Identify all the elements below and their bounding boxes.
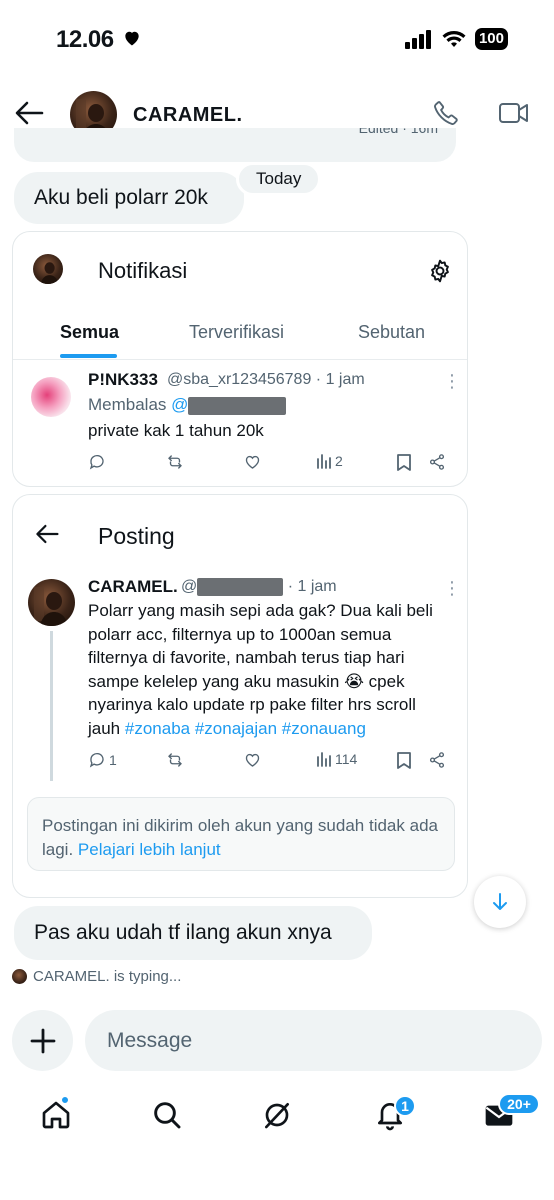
signal-icon (404, 30, 431, 49)
tab-sebutan: Sebutan (358, 322, 426, 342)
status-time: 12.06 (56, 26, 114, 53)
views-icon: 2 (316, 453, 343, 469)
shared-image-post[interactable]: Posting CARAMEL. @ · 1 jam ⋮ Polarr yang… (12, 494, 468, 898)
typing-indicator: CARAMEL. is typing... (12, 968, 181, 985)
status-indicators: 100 (404, 28, 508, 50)
post-hashtags: #zonaba #zonajajan #zonauang (124, 718, 366, 738)
reply-text: private kak 1 tahun 20k (88, 421, 264, 440)
avatar (33, 254, 63, 284)
views-count: 114 (335, 751, 358, 767)
messages-badge: 20+ (498, 1093, 540, 1115)
message-text: Aku beli polarr 20k (34, 186, 208, 209)
plus-icon (30, 1028, 55, 1053)
views-icon: 114 (316, 751, 357, 767)
video-call-icon[interactable] (498, 100, 530, 131)
more-icon: ⋮ (443, 578, 461, 598)
wifi-icon (442, 30, 466, 47)
deleted-account-notice: Postingan ini dikirim oleh akun yang sud… (27, 797, 455, 871)
message-bubble[interactable]: Pas aku udah tf ilang akun xnya (14, 906, 372, 960)
attach-button[interactable] (12, 1010, 73, 1071)
battery-indicator: 100 (474, 28, 508, 50)
message-bubble-partial: Edited · 16m (14, 128, 456, 162)
heart-icon (122, 28, 142, 53)
notification-badge: 1 (394, 1095, 416, 1117)
reply-author-handle: @sba_xr123456789 · 1 jam (167, 371, 365, 388)
grok-icon (265, 1103, 289, 1129)
redacted-handle (197, 578, 284, 596)
date-divider: Today (236, 162, 322, 196)
replying-to: Membalas @ (88, 395, 287, 415)
back-arrow-icon[interactable] (14, 100, 44, 131)
back-arrow-icon (35, 523, 59, 550)
like-icon (243, 453, 262, 471)
post-author-name: CARAMEL. (88, 577, 178, 596)
notifications-tabs: Semua Terverifikasi Sebutan (13, 310, 467, 360)
message-bubble[interactable]: Aku beli polarr 20k (14, 172, 244, 224)
more-icon: ⋮ (443, 371, 461, 391)
replying-to-label: Membalas (88, 395, 167, 414)
share-icon (428, 453, 446, 471)
post-title: Posting (98, 523, 175, 549)
nav-search[interactable] (151, 1099, 183, 1136)
tweet-actions: 1 114 (88, 751, 453, 775)
bookmark-icon (396, 751, 412, 769)
handle-prefix: @ (181, 578, 198, 596)
nav-notifications[interactable]: 1 (374, 1095, 416, 1136)
tweet-actions: 2 (88, 453, 453, 477)
share-icon (428, 751, 446, 769)
like-icon (243, 751, 262, 769)
redacted-handle (188, 396, 287, 415)
message-input[interactable] (85, 1010, 542, 1071)
arrow-down-icon (493, 893, 507, 910)
shared-image-notifications[interactable]: Notifikasi Semua Terverifikasi Sebutan P… (12, 231, 468, 487)
post-time: · 1 jam (287, 578, 337, 596)
gear-icon (427, 258, 453, 289)
conversation-name[interactable]: CARAMEL. (133, 104, 243, 127)
avatar (28, 579, 75, 626)
nav-messages[interactable]: 20+ (482, 1093, 540, 1136)
avatar (31, 377, 71, 417)
notifications-title: Notifikasi (98, 258, 188, 283)
typing-text: CARAMEL. is typing... (33, 968, 182, 985)
thread-line (50, 631, 53, 781)
search-icon (154, 1102, 181, 1129)
post-body: Polarr yang masih sepi ada gak? Dua kali… (88, 599, 448, 740)
bookmark-icon (396, 453, 412, 471)
message-text: Pas aku udah tf ilang akun xnya (34, 921, 332, 944)
nav-home[interactable] (40, 1095, 72, 1136)
message-meta: Edited · 16m (358, 128, 438, 136)
tab-terverifikasi: Terverifikasi (189, 322, 285, 342)
reply-author-name: P!NK333 (88, 370, 158, 389)
views-count: 2 (335, 453, 343, 469)
avatar (12, 969, 27, 984)
tab-underline (60, 354, 117, 358)
learn-more-link: Pelajari lebih lanjut (77, 840, 221, 859)
repost-icon (165, 453, 185, 471)
reply-icon: 1 (88, 751, 117, 769)
nav-grok[interactable] (261, 1099, 293, 1136)
bottom-navigation: 1 20+ (0, 1085, 554, 1155)
mention: @ (171, 395, 189, 414)
reply-icon (88, 453, 106, 471)
post-text: Polarr yang masih sepi ada gak? Dua kali… (88, 601, 433, 738)
repost-icon (165, 751, 185, 769)
tab-semua: Semua (60, 322, 120, 342)
scroll-to-bottom-button[interactable] (474, 876, 526, 928)
reply-count: 1 (109, 752, 117, 768)
post-author-handle: @ · 1 jam (181, 578, 337, 596)
home-unread-dot (60, 1095, 70, 1105)
